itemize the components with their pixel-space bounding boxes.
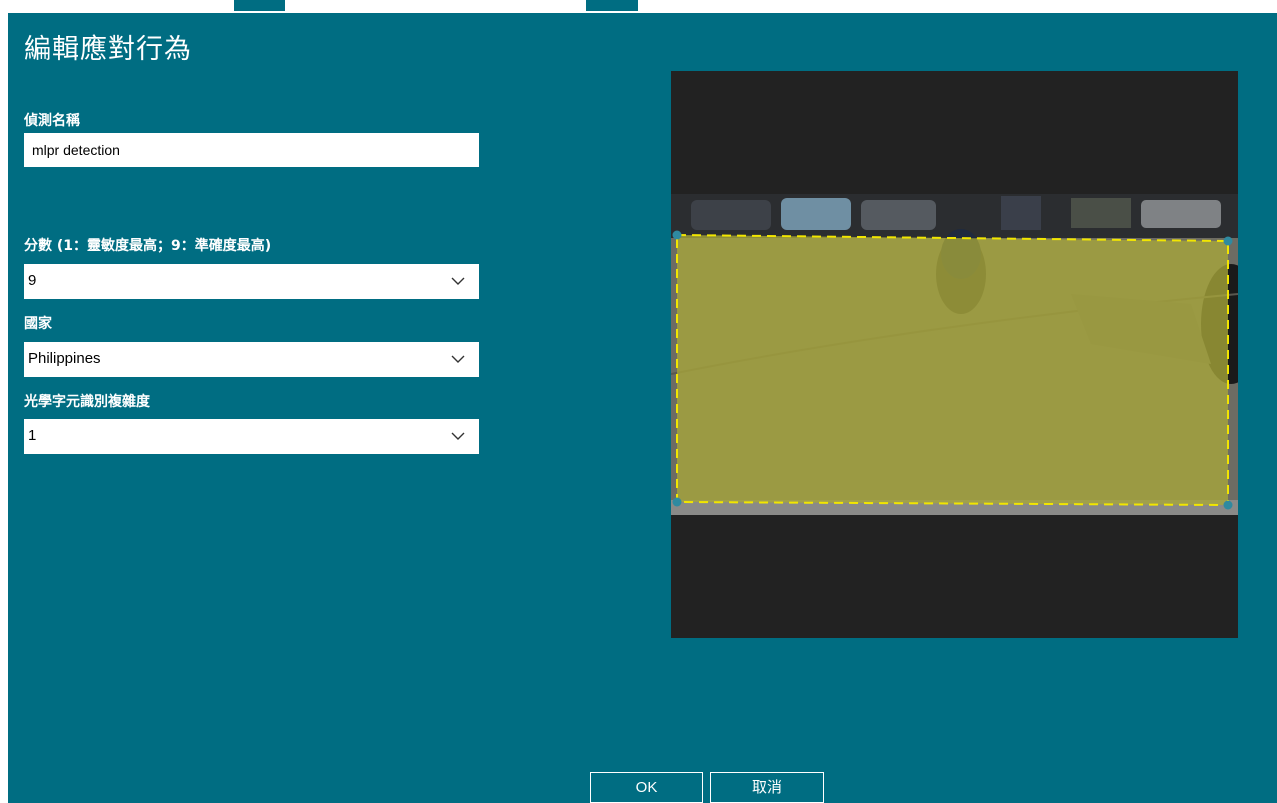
camera-preview xyxy=(671,71,1238,638)
top-strip xyxy=(0,0,1277,13)
camera-snapshot-image xyxy=(671,194,1238,515)
detection-name-input[interactable] xyxy=(24,133,479,167)
chevron-down-icon xyxy=(451,277,465,285)
ocr-complexity-label: 光學字元識別複雜度 xyxy=(24,394,150,410)
region-handle[interactable] xyxy=(672,230,682,240)
detection-name-label: 偵測名稱 xyxy=(24,113,80,129)
edit-action-dialog: 編輯應對行為 偵測名稱 分數 (1：靈敏度最高；9：準確度最高) 9 國家 Ph… xyxy=(8,13,1277,803)
region-handle[interactable] xyxy=(672,497,682,507)
score-value: 9 xyxy=(28,272,37,289)
ok-button[interactable]: OK xyxy=(590,772,703,803)
region-handle[interactable] xyxy=(1223,500,1233,510)
chevron-down-icon xyxy=(451,432,465,440)
country-dropdown[interactable]: Philippines xyxy=(24,342,479,377)
ocr-complexity-dropdown[interactable]: 1 xyxy=(24,419,479,454)
background-tab[interactable] xyxy=(586,0,638,11)
chevron-down-icon xyxy=(451,355,465,363)
cancel-button[interactable]: 取消 xyxy=(710,772,824,803)
region-handle[interactable] xyxy=(1223,236,1233,246)
detection-region[interactable] xyxy=(672,230,1233,510)
score-dropdown[interactable]: 9 xyxy=(24,264,479,299)
dialog-title: 編輯應對行為 xyxy=(24,34,192,65)
country-value: Philippines xyxy=(28,350,101,367)
country-label: 國家 xyxy=(24,316,52,332)
score-label: 分數 (1：靈敏度最高；9：準確度最高) xyxy=(24,238,272,254)
camera-snapshot xyxy=(671,194,1238,515)
background-tab[interactable] xyxy=(234,0,285,11)
ocr-complexity-value: 1 xyxy=(28,427,37,444)
